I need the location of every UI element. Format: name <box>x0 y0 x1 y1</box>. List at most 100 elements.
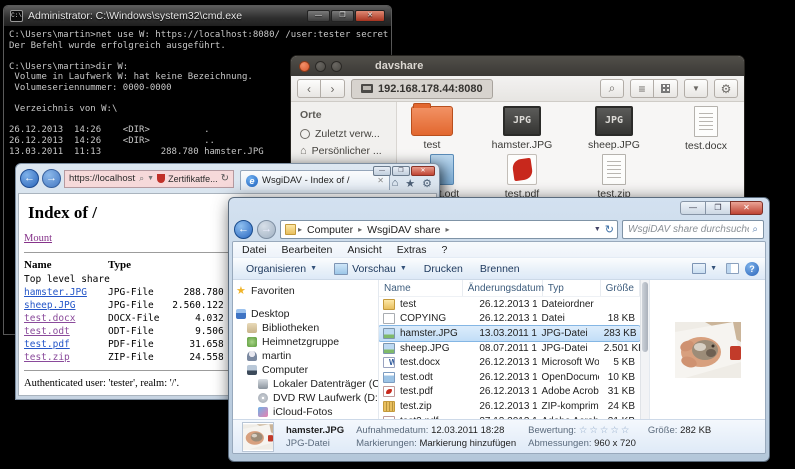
back-button[interactable]: ← <box>234 220 253 239</box>
nav-item-bibliotheken[interactable]: Bibliotheken <box>235 321 376 335</box>
nav-item-user-martin[interactable]: martin <box>235 349 376 363</box>
burn-button[interactable]: Brennen <box>473 261 527 277</box>
details-tags-value[interactable]: Markierung hinzufügen <box>419 438 516 449</box>
search-icon[interactable]: ⌕ <box>139 173 144 184</box>
scrollbar[interactable] <box>640 280 649 419</box>
file-link[interactable]: sheep.JPG <box>24 300 75 311</box>
close-icon[interactable]: ✕ <box>355 10 385 22</box>
forward-button[interactable]: › <box>321 79 345 98</box>
minimize-icon[interactable] <box>315 61 326 72</box>
forward-button[interactable]: → <box>257 220 276 239</box>
cmd-titlebar[interactable]: C:\ Administrator: C:\Windows\system32\c… <box>4 6 391 26</box>
back-button[interactable]: ← <box>20 169 39 188</box>
grid-view-button[interactable] <box>654 79 678 98</box>
column-headers[interactable]: Name Änderungsdatum Typ Größe <box>379 280 640 297</box>
minimize-icon[interactable]: — <box>680 201 705 215</box>
maximize-icon[interactable] <box>331 61 342 72</box>
maximize-icon[interactable]: ❐ <box>331 10 354 22</box>
file-item-zip[interactable]: test.zip <box>577 154 651 200</box>
scrollbar-thumb[interactable] <box>642 282 648 352</box>
preview-button[interactable]: Vorschau▼ <box>327 261 414 277</box>
breadcrumb-computer[interactable]: Computer <box>304 224 356 236</box>
gear-menu-button[interactable]: ⚙ <box>714 79 738 98</box>
browser-tab[interactable]: e WsgiDAV - Index of / ✕ <box>240 170 390 190</box>
file-row[interactable]: test.odt26.12.2013 13:55OpenDocument T..… <box>379 370 640 385</box>
file-row[interactable]: test.zip26.12.2013 14:22ZIP-komprimierte… <box>379 399 640 414</box>
home-icon[interactable]: ⌂ <box>392 177 399 190</box>
file-item-pdf[interactable]: test.pdf <box>485 154 559 200</box>
menu-extras[interactable]: Extras <box>397 244 427 256</box>
details-pane: hamster.JPG JPG-Datei Aufnahmedatum: 12.… <box>233 419 765 453</box>
print-button[interactable]: Drucken <box>417 261 470 277</box>
forward-button[interactable]: → <box>42 169 61 188</box>
file-link[interactable]: test.odt <box>24 326 70 337</box>
nav-item-desktop[interactable]: Desktop <box>235 307 376 321</box>
certificate-error-shield-icon[interactable] <box>157 174 165 183</box>
file-row[interactable]: test26.12.2013 15:21Dateiordner <box>379 297 640 312</box>
menu-bearbeiten[interactable]: Bearbeiten <box>282 244 333 256</box>
file-link[interactable]: test.zip <box>24 352 70 363</box>
sidebar-item-home[interactable]: ⌂ Persönlicher ... <box>300 145 396 157</box>
file-item-hamster[interactable]: JPG hamster.JPG <box>485 106 559 151</box>
file-row[interactable]: COPYING26.12.2013 16:22Datei18 KB <box>379 312 640 327</box>
back-button[interactable]: ‹ <box>297 79 321 98</box>
nav-item-heimnetzgruppe[interactable]: Heimnetzgruppe <box>235 335 376 349</box>
column-type[interactable]: Typ <box>543 280 601 296</box>
file-item-sheep[interactable]: JPG sheep.JPG <box>577 106 651 151</box>
rating-stars-icon[interactable]: ☆☆☆☆☆ <box>579 425 632 436</box>
chevron-down-icon[interactable]: ▼ <box>594 226 601 233</box>
close-icon[interactable]: ✕ <box>730 201 763 215</box>
view-options-button[interactable]: ▼ <box>684 79 708 98</box>
file-item-test[interactable]: test <box>395 106 469 151</box>
preview-pane-toggle-icon[interactable] <box>726 263 739 274</box>
chevron-down-icon[interactable]: ▼ <box>147 175 154 182</box>
file-row[interactable]: sheep.JPG08.07.2011 18:52JPG-Datei2.501 … <box>379 341 640 356</box>
explorer-titlebar[interactable]: — ❐ ✕ <box>232 198 766 218</box>
nav-item-drive-c[interactable]: Lokaler Datenträger (C:) <box>235 377 376 391</box>
mount-link[interactable]: Mount <box>24 233 52 244</box>
file-item-docx[interactable]: test.docx <box>669 106 743 152</box>
close-icon[interactable]: ✕ <box>411 166 435 176</box>
minimize-icon[interactable]: — <box>307 10 330 22</box>
menu-ansicht[interactable]: Ansicht <box>347 244 381 256</box>
help-icon[interactable]: ? <box>745 262 759 276</box>
tab-close-icon[interactable]: ✕ <box>377 176 384 185</box>
gear-icon[interactable]: ⚙ <box>422 177 432 190</box>
refresh-icon[interactable]: ↻ <box>605 223 614 236</box>
breadcrumb-wsgidav-share[interactable]: WsgiDAV share <box>364 224 443 236</box>
location-breadcrumb[interactable]: 192.168.178.44:8080 <box>351 79 493 99</box>
column-date[interactable]: Änderungsdatum <box>463 280 543 296</box>
favorites-star-icon[interactable]: ★ <box>405 177 415 190</box>
maximize-icon[interactable]: ❐ <box>705 201 730 215</box>
change-view-button[interactable]: ▼ <box>689 261 720 276</box>
file-link[interactable]: hamster.JPG <box>24 287 87 298</box>
nav-item-dvd-d[interactable]: DVD RW Laufwerk (D:) <box>235 391 376 405</box>
close-icon[interactable] <box>299 61 310 72</box>
file-link[interactable]: test.pdf <box>24 339 70 350</box>
organize-button[interactable]: Organisieren▼ <box>239 261 324 277</box>
search-button[interactable]: ⌕ <box>600 79 624 98</box>
column-size[interactable]: Größe <box>601 280 640 296</box>
breadcrumb[interactable]: ▸ Computer ▸ WsgiDAV share ▸ ▼ ↻ <box>280 220 618 239</box>
column-name[interactable]: Name <box>379 280 463 296</box>
search-box[interactable]: WsgiDAV share durchsuchen ⌕ <box>622 220 764 239</box>
menu-hilfe[interactable]: ? <box>442 244 448 256</box>
nav-item-computer[interactable]: Computer <box>235 363 376 377</box>
url-text[interactable]: https://localhost:8080/ <box>69 173 136 184</box>
file-row-selected[interactable]: hamster.JPG13.03.2011 11:13JPG-Datei283 … <box>379 326 640 341</box>
certificate-error-text[interactable]: Zertifikatfe... <box>168 174 218 184</box>
refresh-icon[interactable]: ↻ <box>221 173 229 184</box>
list-view-button[interactable]: ≡ <box>630 79 654 98</box>
search-icon[interactable]: ⌕ <box>752 224 758 235</box>
address-bar[interactable]: https://localhost:8080/ ⌕ ▼ Zertifikatfe… <box>64 170 234 188</box>
menu-datei[interactable]: Datei <box>242 244 267 256</box>
nav-item-icloud-fotos[interactable]: iCloud-Fotos <box>235 405 376 419</box>
nautilus-titlebar[interactable]: davshare <box>291 56 744 76</box>
minimize-icon[interactable]: — <box>373 166 391 176</box>
maximize-icon[interactable]: ❐ <box>392 166 410 176</box>
file-row[interactable]: test.pdf26.12.2013 14:19Adobe Acrobat D.… <box>379 385 640 400</box>
sidebar-item-recent[interactable]: Zuletzt verw... <box>300 128 396 140</box>
file-link[interactable]: test.docx <box>24 313 75 324</box>
file-row[interactable]: Wtest.docx26.12.2013 14:26Microsoft Word… <box>379 355 640 370</box>
nav-item-favoriten[interactable]: ★Favoriten <box>235 284 376 298</box>
